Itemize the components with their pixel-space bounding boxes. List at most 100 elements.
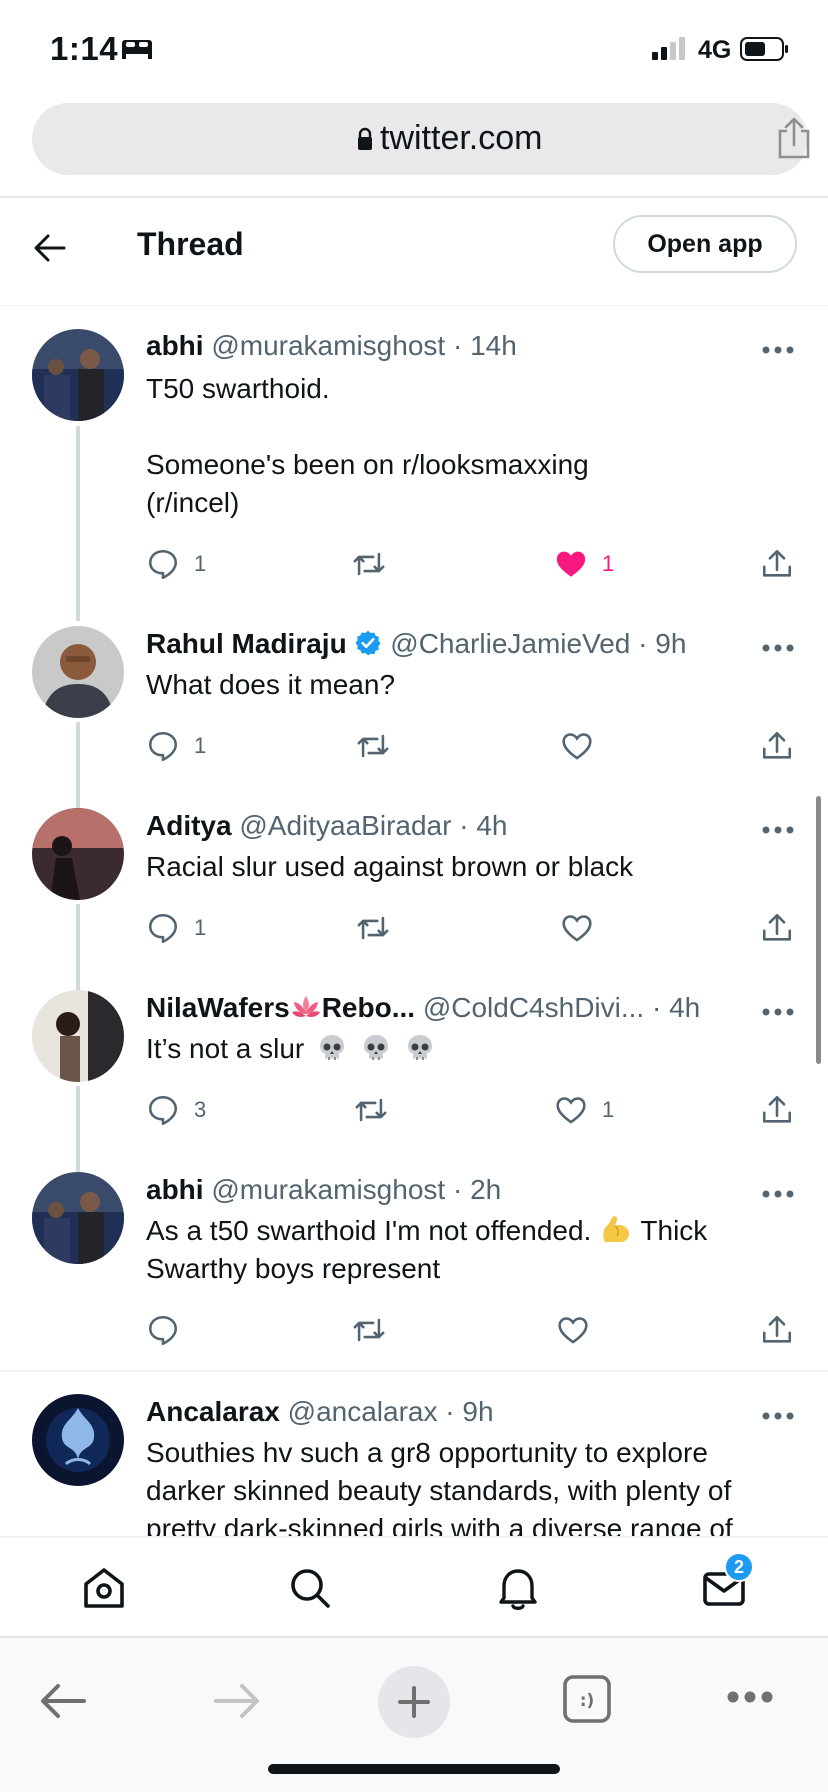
more-options-icon[interactable] xyxy=(762,1190,794,1198)
share-icon xyxy=(762,731,792,759)
user-handle[interactable]: @AdityaaBiradar xyxy=(239,810,451,841)
share-icon xyxy=(762,1095,792,1123)
new-tab-button[interactable] xyxy=(378,1666,450,1738)
tweet-actions: 1 xyxy=(146,726,796,766)
like-button[interactable] xyxy=(556,1310,604,1350)
heart-filled-icon xyxy=(556,551,586,577)
display-name[interactable]: NilaWafers Rebo... xyxy=(146,992,415,1023)
retweet-icon xyxy=(355,1098,387,1122)
user-handle[interactable]: @ColdC4shDivi... xyxy=(423,992,644,1023)
open-app-button[interactable]: Open app xyxy=(613,215,797,273)
avatar[interactable] xyxy=(32,626,124,718)
share-tweet-button[interactable] xyxy=(760,544,794,584)
reply-button[interactable] xyxy=(146,1310,194,1350)
avatar[interactable] xyxy=(32,1172,124,1264)
display-name[interactable]: Ancalarax xyxy=(146,1396,280,1427)
like-button[interactable]: 1 xyxy=(554,1090,614,1130)
retweet-icon xyxy=(353,552,385,576)
retweet-button[interactable] xyxy=(352,544,400,584)
tweet[interactable]: Rahul Madiraju @CharlieJamieVed · 9h Wha… xyxy=(0,606,828,808)
tweet-time[interactable]: · 9h xyxy=(445,1396,493,1427)
user-handle[interactable]: @murakamisghost xyxy=(211,330,445,361)
more-options-icon[interactable] xyxy=(762,346,794,354)
retweet-button[interactable] xyxy=(354,1090,402,1130)
retweet-icon xyxy=(357,916,389,940)
avatar-image xyxy=(32,626,124,718)
reply-button[interactable]: 1 xyxy=(146,544,206,584)
tweet[interactable]: NilaWafers Rebo... @ColdC4shDivi... · 4h… xyxy=(0,970,828,1172)
tweet-time[interactable]: · 14h xyxy=(453,330,517,361)
tweet-time[interactable]: · 4h xyxy=(652,992,700,1023)
display-name[interactable]: Rahul Madiraju xyxy=(146,628,347,659)
reply-count: 1 xyxy=(194,733,207,758)
svg-text::): :) xyxy=(580,1691,595,1711)
reply-button[interactable]: 1 xyxy=(146,726,206,766)
forward-arrow-icon[interactable] xyxy=(212,1676,262,1726)
sleep-mode-icon xyxy=(122,40,152,59)
reply-icon xyxy=(148,913,178,944)
tweet-actions xyxy=(146,1310,796,1350)
search-icon[interactable] xyxy=(286,1564,334,1612)
more-options-icon[interactable] xyxy=(762,826,794,834)
reply-icon xyxy=(148,1315,178,1346)
tweet-time[interactable]: · 4h xyxy=(459,810,507,841)
tweet[interactable]: Ancalarax @ancalarax · 9h Southies hv su… xyxy=(0,1372,828,1536)
tweet-text: Racial slur used against brown or black xyxy=(146,851,634,882)
share-tweet-button[interactable] xyxy=(760,908,794,948)
like-button[interactable]: 1 xyxy=(554,544,614,584)
retweet-button[interactable] xyxy=(356,908,404,948)
url-text[interactable]: twitter.com xyxy=(380,119,542,158)
more-options-icon[interactable] xyxy=(762,644,794,652)
reply-count: 1 xyxy=(194,551,207,576)
status-time: 1:14 xyxy=(50,30,119,67)
tweet-time[interactable]: · 2h xyxy=(453,1174,501,1205)
reply-button[interactable]: 1 xyxy=(146,908,206,948)
back-arrow-icon[interactable] xyxy=(32,230,68,266)
reply-button[interactable]: 3 xyxy=(146,1090,206,1130)
display-name[interactable]: Aditya xyxy=(146,810,232,841)
share-icon[interactable] xyxy=(774,117,814,161)
retweet-button[interactable] xyxy=(352,1310,400,1350)
tweet-meta: Rahul Madiraju @CharlieJamieVed · 9h xyxy=(146,628,686,660)
more-options-icon[interactable] xyxy=(762,1412,794,1420)
avatar[interactable] xyxy=(32,329,124,421)
tweet-text: As a t50 swarthoid I'm not offended. Thi… xyxy=(146,1212,766,1288)
address-bar[interactable]: twitter.com xyxy=(32,103,810,175)
user-handle[interactable]: @ancalarax xyxy=(288,1396,438,1427)
scrollbar[interactable] xyxy=(816,796,821,1064)
avatar[interactable] xyxy=(32,990,124,1082)
more-options-icon[interactable] xyxy=(762,1008,794,1016)
tweet-actions: 1 1 xyxy=(146,544,796,584)
retweet-button[interactable] xyxy=(356,726,404,766)
skull-emoji-icon xyxy=(363,1035,388,1060)
tweet-meta: NilaWafers Rebo... @ColdC4shDivi... · 4h xyxy=(146,992,700,1024)
home-indicator[interactable] xyxy=(268,1764,560,1774)
user-handle[interactable]: @murakamisghost xyxy=(211,1174,445,1205)
bell-icon[interactable] xyxy=(494,1564,542,1612)
home-icon[interactable] xyxy=(80,1564,128,1612)
avatar-image xyxy=(32,808,124,900)
display-name[interactable]: abhi xyxy=(146,1174,204,1205)
tweet-text: It’s not a slur xyxy=(146,1030,766,1068)
user-handle[interactable]: @CharlieJamieVed xyxy=(390,628,630,659)
more-icon[interactable] xyxy=(726,1690,774,1704)
heart-icon xyxy=(558,1317,588,1344)
like-button[interactable] xyxy=(560,726,608,766)
share-tweet-button[interactable] xyxy=(760,1090,794,1130)
back-arrow-icon[interactable] xyxy=(38,1676,88,1726)
avatar[interactable] xyxy=(32,1394,124,1486)
thread-connector xyxy=(76,426,80,621)
display-name[interactable]: abhi xyxy=(146,330,204,361)
avatar-image xyxy=(32,1394,124,1486)
tweet-time[interactable]: · 9h xyxy=(638,628,686,659)
status-bar: 1:14 4G xyxy=(0,0,828,100)
tweet[interactable]: Aditya @AdityaaBiradar · 4h Racial slur … xyxy=(0,788,828,990)
tabs-icon[interactable]: :) xyxy=(562,1674,612,1724)
messages-badge: 2 xyxy=(724,1552,754,1582)
share-tweet-button[interactable] xyxy=(760,726,794,766)
tweet[interactable]: abhi @murakamisghost · 14h T50 swarthoid… xyxy=(0,306,828,621)
share-tweet-button[interactable] xyxy=(760,1310,794,1350)
tweet[interactable]: abhi @murakamisghost · 2h As a t50 swart… xyxy=(0,1152,828,1372)
avatar[interactable] xyxy=(32,808,124,900)
like-button[interactable] xyxy=(560,908,608,948)
